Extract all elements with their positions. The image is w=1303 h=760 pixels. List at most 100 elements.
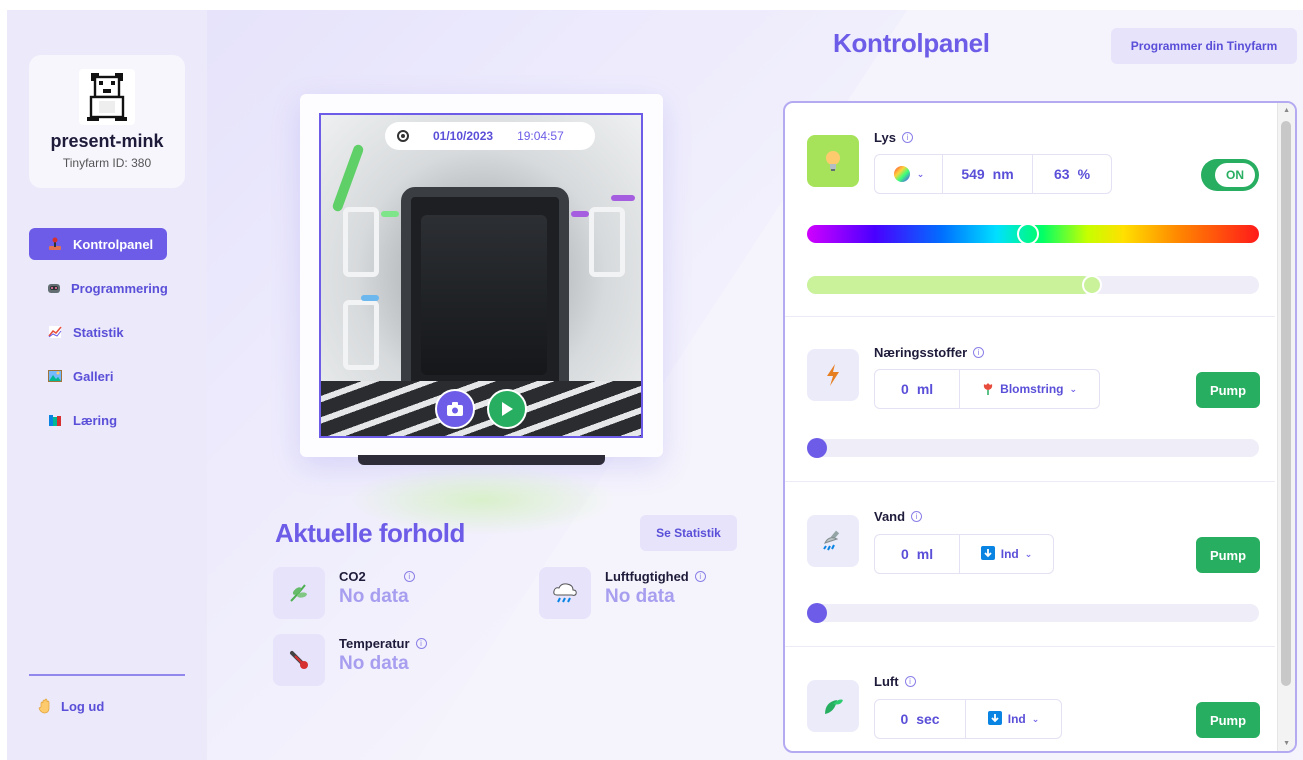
sidebar-item-label: Programmering xyxy=(71,280,168,296)
chevron-down-icon: ⌄ xyxy=(1069,383,1078,394)
scrollbar-thumb[interactable] xyxy=(1281,121,1291,686)
camera-timestamp: 01/10/2023 19:04:57 xyxy=(385,122,595,150)
light-label: Lys xyxy=(874,130,896,145)
info-icon[interactable]: i xyxy=(694,571,706,582)
thermometer-icon xyxy=(273,634,325,686)
sidebar-item-label: Læring xyxy=(73,412,118,428)
toggle-label: ON xyxy=(1215,163,1255,187)
camera-date: 01/10/2023 xyxy=(433,129,494,143)
wavelength-field[interactable]: 549 nm xyxy=(943,155,1033,193)
conditions-title: Aktuelle forhold xyxy=(275,518,465,548)
play-button[interactable] xyxy=(487,389,527,429)
nutrients-pump-button[interactable]: Pump xyxy=(1196,372,1260,408)
panel-title: Kontrolpanel xyxy=(833,28,990,58)
lightning-icon xyxy=(807,349,859,401)
water-slider-handle[interactable] xyxy=(807,603,827,623)
color-spectrum-slider[interactable] xyxy=(807,223,1259,245)
sidebar-item-programmering[interactable]: Programmering xyxy=(29,272,168,304)
sidebar-item-label: Kontrolpanel xyxy=(73,236,154,252)
arrow-down-icon xyxy=(980,545,995,563)
profile-card: present-mink Tinyfarm ID: 380 xyxy=(29,55,185,188)
color-slider-handle[interactable] xyxy=(1017,223,1040,245)
sidebar-item-kontrolpanel[interactable]: Kontrolpanel xyxy=(29,228,167,260)
air-label: Luft xyxy=(874,674,899,689)
app-frame: present-mink Tinyfarm ID: 380 Kontrolpan… xyxy=(7,10,1303,760)
intensity-slider[interactable] xyxy=(807,275,1259,295)
nutrient-type-dropdown[interactable]: Blomstring ⌄ xyxy=(960,370,1099,408)
see-statistics-button[interactable]: Se Statistik xyxy=(640,515,737,551)
leaf-icon xyxy=(273,567,325,619)
intensity-slider-handle[interactable] xyxy=(1081,275,1102,295)
chevron-down-icon: ⌄ xyxy=(1031,713,1040,724)
sidebar-item-label: Statistik xyxy=(73,324,124,340)
temperature-value: No data xyxy=(339,653,409,674)
water-amount-field[interactable]: 0 ml xyxy=(875,535,961,573)
info-icon[interactable]: i xyxy=(403,571,415,582)
joystick-icon xyxy=(47,236,63,252)
camera-icon xyxy=(447,402,463,416)
sidebar-item-galleri[interactable]: Galleri xyxy=(29,360,167,392)
books-icon xyxy=(47,412,63,428)
scrollbar[interactable]: ▲ ▼ xyxy=(1277,103,1295,751)
camera-time: 19:04:57 xyxy=(517,129,564,143)
picture-icon xyxy=(47,368,63,384)
humidity-value: No data xyxy=(605,586,675,607)
sidebar-nav: Kontrolpanel Programmering Statistik Gal… xyxy=(29,228,168,448)
shower-icon xyxy=(807,515,859,567)
profile-name: present-mink xyxy=(50,131,164,151)
nutrients-settings: 0 ml Blomstring ⌄ xyxy=(874,369,1100,409)
air-section: Luft i 0 sec Ind ⌄ Pump xyxy=(785,647,1275,751)
air-amount-field[interactable]: 0 sec xyxy=(875,700,967,738)
sidebar-item-statistik[interactable]: Statistik xyxy=(29,316,167,348)
water-pump-button[interactable]: Pump xyxy=(1196,537,1260,573)
co2-reading: CO2 i No data xyxy=(273,567,415,619)
info-icon[interactable]: i xyxy=(904,676,916,687)
temperature-reading: Temperatur i No data xyxy=(273,634,427,686)
sidebar-item-laering[interactable]: Læring xyxy=(29,404,167,436)
air-settings: 0 sec Ind ⌄ xyxy=(874,699,1062,739)
light-section: Lys i ⌄ 549 nm 63% ON xyxy=(785,103,1275,317)
air-pump-button[interactable]: Pump xyxy=(1196,702,1260,738)
tinyfarm-id: Tinyfarm ID: 380 xyxy=(62,156,152,170)
nutrients-amount-field[interactable]: 0 ml xyxy=(875,370,961,408)
waving-hand-icon xyxy=(37,698,53,714)
intensity-field[interactable]: 63% xyxy=(1033,155,1111,193)
color-picker-dropdown[interactable]: ⌄ xyxy=(875,155,943,193)
chevron-down-icon: ⌄ xyxy=(916,168,925,179)
light-toggle[interactable]: ON xyxy=(1201,159,1259,191)
logout-button[interactable]: Log ud xyxy=(37,698,104,714)
leaves-icon xyxy=(807,680,859,732)
nutrients-slider[interactable] xyxy=(807,438,1259,458)
info-icon[interactable]: i xyxy=(911,511,923,522)
sidebar-divider xyxy=(29,674,185,676)
light-settings: ⌄ 549 nm 63% xyxy=(874,154,1112,194)
flower-icon xyxy=(982,381,994,398)
water-section: Vand i 0 ml Ind ⌄ Pump xyxy=(785,482,1275,647)
info-icon[interactable]: i xyxy=(415,638,427,649)
air-direction-dropdown[interactable]: Ind ⌄ xyxy=(966,700,1061,738)
chevron-down-icon: ⌄ xyxy=(1024,548,1033,559)
nutrients-section: Næringsstoffer i 0 ml Blomstring ⌄ Pump xyxy=(785,317,1275,482)
take-photo-button[interactable] xyxy=(435,389,475,429)
nutrients-slider-handle[interactable] xyxy=(807,438,827,458)
robot-icon xyxy=(47,280,61,296)
logout-label: Log ud xyxy=(61,698,105,714)
eye-icon xyxy=(397,130,409,142)
water-slider[interactable] xyxy=(807,603,1259,623)
color-wheel-icon xyxy=(893,166,910,182)
scroll-up-icon[interactable]: ▲ xyxy=(1283,107,1290,114)
device-base xyxy=(358,455,605,465)
chart-icon xyxy=(47,324,63,340)
program-tinyfarm-button[interactable]: Programmer din Tinyfarm xyxy=(1111,28,1297,64)
info-icon[interactable]: i xyxy=(973,347,985,358)
lightbulb-icon xyxy=(807,135,859,187)
temperature-label: Temperatur xyxy=(339,636,410,651)
sidebar-item-label: Galleri xyxy=(73,368,114,384)
info-icon[interactable]: i xyxy=(901,132,913,143)
humidity-label: Luftfugtighed xyxy=(605,569,689,584)
control-panel: Lys i ⌄ 549 nm 63% ON Næringsstoffer i 0… xyxy=(783,101,1297,753)
nutrients-label: Næringsstoffer xyxy=(874,345,968,360)
scroll-down-icon[interactable]: ▼ xyxy=(1283,740,1290,747)
co2-value: No data xyxy=(339,586,409,607)
water-direction-dropdown[interactable]: Ind ⌄ xyxy=(960,535,1053,573)
